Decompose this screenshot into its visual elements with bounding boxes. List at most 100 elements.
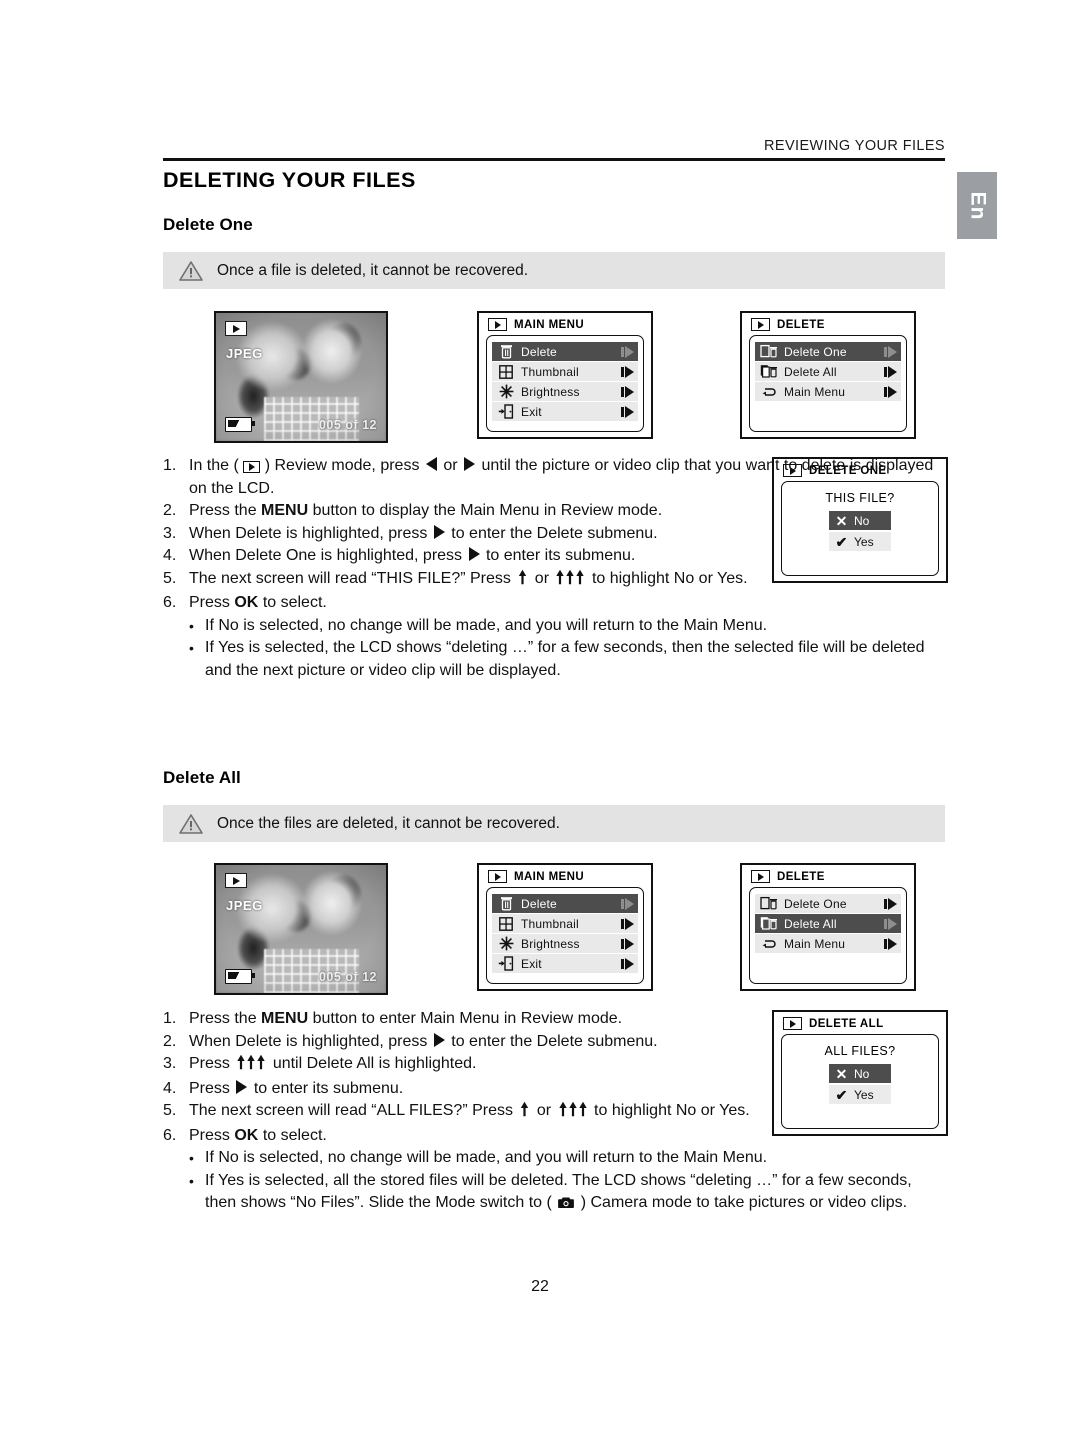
step-text: Press the MENU button to display the Mai… xyxy=(189,500,945,523)
step-text-part: ) Review mode, press xyxy=(264,457,420,474)
forward-arrow-icon xyxy=(621,405,634,418)
step-item: 1. Press the MENU button to enter Main M… xyxy=(163,1008,945,1031)
step-item: 3. Press until Delete All is highlighted… xyxy=(163,1053,945,1078)
step-text-part: Press xyxy=(189,1055,230,1072)
menu-item-label: Brightness xyxy=(521,936,580,951)
language-tab-label: En xyxy=(966,191,989,220)
menu-item-delete-one[interactable]: Delete One xyxy=(755,894,901,913)
bullet-text: If No is selected, no change will be mad… xyxy=(205,1149,768,1166)
menu-item-label: Thumbnail xyxy=(521,916,579,931)
menu-item-label: Delete One xyxy=(784,344,847,359)
page-title: DELETING YOUR FILES xyxy=(163,168,416,192)
bullet-text: If Yes is selected, the LCD shows “delet… xyxy=(205,639,925,679)
bullet-item: • If No is selected, no change will be m… xyxy=(189,1147,945,1170)
step-text-part: to enter the Delete submenu. xyxy=(451,1032,658,1050)
menu-item-main-menu[interactable]: Main Menu xyxy=(755,382,901,401)
step-text-part: When Delete is highlighted, press xyxy=(189,524,428,542)
lcd-delete-menu: DELETE Delete One Delete All Main Menu xyxy=(740,863,916,991)
menu-item-delete-all[interactable]: Delete All xyxy=(755,362,901,381)
play-icon xyxy=(225,873,247,888)
sunburst-icon xyxy=(496,936,516,951)
step-text: Press to enter its submenu. xyxy=(189,1078,945,1101)
page-number: 22 xyxy=(531,1278,549,1295)
multi-file-trash-icon xyxy=(759,364,779,379)
menu-item-label: Brightness xyxy=(521,384,580,399)
menu-item-main-menu[interactable]: Main Menu xyxy=(755,934,901,953)
warning-note-delete-one: Once a file is deleted, it cannot be rec… xyxy=(163,252,945,289)
menu-item-exit[interactable]: Exit xyxy=(492,402,638,421)
play-icon xyxy=(751,318,770,331)
step-number: 2. xyxy=(163,1032,177,1050)
bullet-marker: • xyxy=(189,640,194,656)
triple-up-arrow-icon xyxy=(558,1101,588,1125)
step-text-part: In the ( xyxy=(189,457,239,474)
menu-item-delete-all[interactable]: Delete All xyxy=(755,914,901,933)
warning-note-delete-all: Once the files are deleted, it cannot be… xyxy=(163,805,945,842)
step-text-part: to enter its submenu. xyxy=(485,547,636,564)
ok-button-keyword: OK xyxy=(234,1126,259,1144)
menu-item-brightness[interactable]: Brightness xyxy=(492,382,638,401)
menu-item-label: Main Menu xyxy=(784,384,846,399)
lcd-title-text: DELETE xyxy=(777,318,825,331)
menu-item-label: Delete xyxy=(521,344,557,359)
battery-icon xyxy=(225,969,255,984)
warning-triangle-icon xyxy=(179,813,203,834)
multi-file-trash-icon xyxy=(759,916,779,931)
up-arrow-icon xyxy=(519,1101,530,1125)
warning-triangle-icon xyxy=(179,260,203,281)
forward-arrow-icon xyxy=(884,365,897,378)
step-text-part: When Delete One is highlighted, press xyxy=(189,547,463,564)
right-arrow-icon xyxy=(236,1079,248,1094)
menu-item-delete[interactable]: Delete xyxy=(492,342,638,361)
menu-item-brightness[interactable]: Brightness xyxy=(492,934,638,953)
up-arrow-icon xyxy=(517,569,528,593)
step-text-part: Press xyxy=(189,1126,230,1144)
step-number: 5. xyxy=(163,1102,177,1119)
bullet-marker: • xyxy=(189,1150,194,1166)
grid-icon xyxy=(496,916,516,931)
menu-item-delete[interactable]: Delete xyxy=(492,894,638,913)
bullet-text-part: ) Camera mode to take pictures or video … xyxy=(580,1194,908,1211)
right-arrow-icon xyxy=(468,547,480,561)
step-text-part: to highlight No or Yes. xyxy=(591,569,748,587)
menu-item-exit[interactable]: Exit xyxy=(492,954,638,973)
lcd-title-bar: DELETE xyxy=(742,313,914,334)
right-arrow-icon xyxy=(433,524,445,539)
section-heading-delete-all: Delete All xyxy=(163,768,241,787)
step-text: When Delete One is highlighted, press to… xyxy=(189,545,945,568)
steps-delete-one: 1. In the ( ) Review mode, press or unti… xyxy=(163,455,945,682)
lcd-title-bar: MAIN MENU xyxy=(479,865,651,886)
step-number: 5. xyxy=(163,569,177,587)
lcd-photo-preview: JPEG 005 of 12 xyxy=(214,311,388,443)
warning-note-text: Once a file is deleted, it cannot be rec… xyxy=(217,261,529,279)
file-counter: 005 of 12 xyxy=(318,970,377,984)
step-text-part: Press xyxy=(189,594,230,611)
camera-icon xyxy=(558,1194,575,1217)
manual-page: REVIEWING YOUR FILES En DELETING YOUR FI… xyxy=(0,0,1080,1429)
lcd-menu-body: Delete One Delete All Main Menu xyxy=(749,335,907,432)
play-icon xyxy=(225,321,247,336)
step-text-part: Press the xyxy=(189,1010,257,1027)
step-text: In the ( ) Review mode, press or until t… xyxy=(189,455,945,500)
figure-row-delete-all: JPEG 005 of 12 MAIN MENU Delete Thumbnai… xyxy=(163,857,953,1007)
right-arrow-icon xyxy=(433,1032,445,1047)
forward-arrow-icon xyxy=(621,937,634,950)
lcd-main-menu: MAIN MENU Delete Thumbnail Brightness Ex… xyxy=(477,863,653,991)
menu-item-delete-one[interactable]: Delete One xyxy=(755,342,901,361)
menu-item-label: Exit xyxy=(521,404,542,419)
menu-item-thumbnail[interactable]: Thumbnail xyxy=(492,362,638,381)
step-item: 3. When Delete is highlighted, press to … xyxy=(163,523,945,546)
step-text-part: or xyxy=(534,569,550,587)
triple-up-arrow-icon xyxy=(236,1054,266,1078)
language-tab: En xyxy=(957,172,997,239)
forward-arrow-icon xyxy=(884,385,897,398)
single-file-trash-icon xyxy=(759,896,779,911)
trash-icon xyxy=(496,896,516,911)
forward-arrow-icon xyxy=(884,937,897,950)
step-text-part: until Delete All is highlighted. xyxy=(272,1055,477,1072)
step-text-part: The next screen will read “THIS FILE?” P… xyxy=(189,569,511,587)
bullet-text: If Yes is selected, all the stored files… xyxy=(205,1170,945,1217)
section-heading-delete-one: Delete One xyxy=(163,215,253,234)
step-number: 1. xyxy=(163,1010,177,1027)
menu-item-thumbnail[interactable]: Thumbnail xyxy=(492,914,638,933)
